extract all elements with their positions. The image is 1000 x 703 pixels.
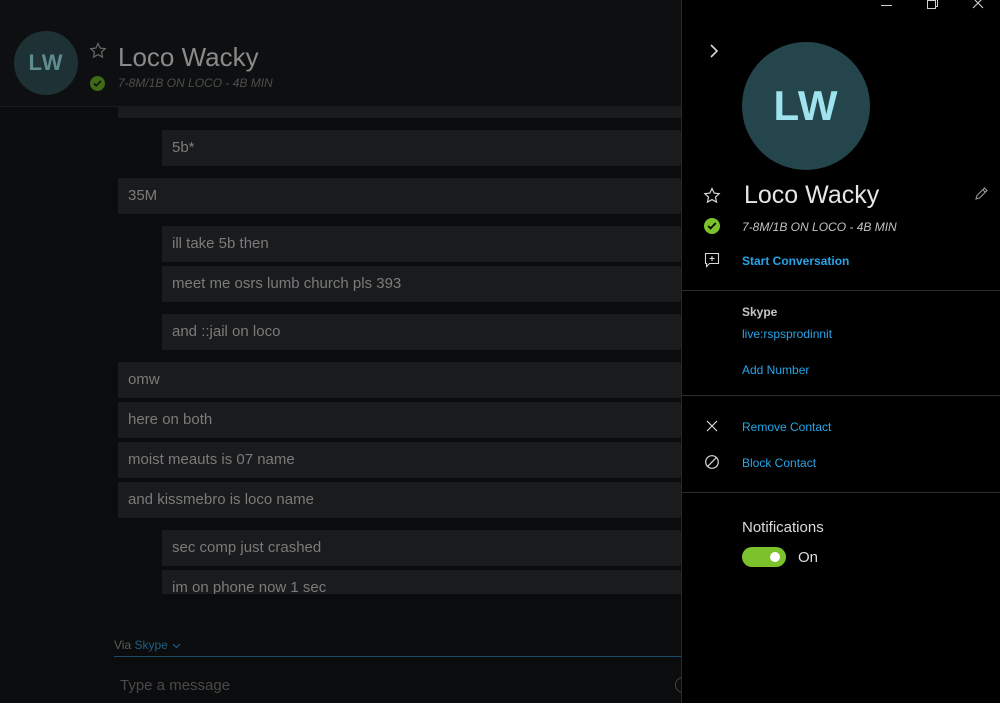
chat-contact-name[interactable]: Loco Wacky xyxy=(118,42,259,73)
message-bubble[interactable]: omw xyxy=(118,362,681,398)
message-bubble[interactable]: 35M xyxy=(118,178,681,214)
restore-icon[interactable] xyxy=(912,0,952,12)
message-bubble[interactable]: 5b* xyxy=(162,130,681,166)
message-bubble[interactable]: moist meauts is 07 name xyxy=(118,442,681,478)
close-window-icon[interactable] xyxy=(958,0,998,12)
remove-contact-link[interactable]: Remove Contact xyxy=(742,420,831,434)
contact-avatar[interactable]: LW xyxy=(14,31,78,95)
profile-avatar: LW xyxy=(742,42,870,170)
message-bubble[interactable]: and kissmebro is loco name xyxy=(118,482,681,518)
close-x-icon[interactable] xyxy=(704,418,720,434)
chat-status-text: 7-8M/1B ON LOCO - 4B MIN xyxy=(118,76,273,90)
contact-profile-panel: LW Loco Wacky 7-8M/1B ON LOCO - 4B MIN S… xyxy=(681,0,1000,703)
notifications-toggle[interactable] xyxy=(742,547,786,567)
message-bubble[interactable]: sec comp just crashed xyxy=(162,530,681,566)
block-icon[interactable] xyxy=(704,454,720,470)
chat-area: LW Loco Wacky 7-8M/1B ON LOCO - 4B MIN 5… xyxy=(0,0,681,703)
message-bubble[interactable]: ill take 5b then xyxy=(162,226,681,262)
skype-id-link[interactable]: live:rspsprodinnit xyxy=(742,327,832,341)
divider xyxy=(682,395,1000,396)
message-input[interactable] xyxy=(114,670,674,700)
star-icon[interactable] xyxy=(703,187,721,205)
minimize-icon[interactable] xyxy=(866,0,906,12)
compose-divider xyxy=(114,656,681,657)
chevron-down-icon[interactable] xyxy=(172,643,181,649)
message-bubble-partial xyxy=(118,107,681,118)
notifications-state: On xyxy=(798,549,819,566)
via-service-name[interactable]: Skype xyxy=(134,638,167,652)
message-bubble[interactable]: and ::jail on loco xyxy=(162,314,681,350)
star-icon[interactable] xyxy=(89,42,107,60)
online-check-icon xyxy=(90,76,105,91)
notifications-label: Notifications xyxy=(742,519,824,536)
toggle-knob xyxy=(770,552,780,562)
add-number-link[interactable]: Add Number xyxy=(742,363,809,377)
message-bubble[interactable]: here on both xyxy=(118,402,681,438)
message-bubble[interactable]: meet me osrs lumb church pls 393 xyxy=(162,266,681,302)
new-conversation-icon[interactable] xyxy=(704,252,720,268)
divider xyxy=(682,290,1000,291)
via-service-selector[interactable]: Via Skype xyxy=(114,638,181,652)
via-label: Via xyxy=(114,638,132,652)
start-conversation-link[interactable]: Start Conversation xyxy=(742,254,849,268)
divider xyxy=(682,492,1000,493)
skype-section-label: Skype xyxy=(742,305,778,319)
chevron-right-icon[interactable] xyxy=(706,42,722,60)
message-bubble[interactable]: im on phone now 1 sec xyxy=(162,570,681,594)
chat-header: LW Loco Wacky 7-8M/1B ON LOCO - 4B MIN xyxy=(0,0,681,107)
edit-pencil-icon[interactable] xyxy=(973,186,989,202)
message-list[interactable]: 5b* 35M ill take 5b then meet me osrs lu… xyxy=(0,107,681,594)
profile-name: Loco Wacky xyxy=(744,181,880,209)
block-contact-link[interactable]: Block Contact xyxy=(742,456,816,470)
online-check-icon xyxy=(704,218,720,234)
profile-status-text: 7-8M/1B ON LOCO - 4B MIN xyxy=(742,220,897,234)
